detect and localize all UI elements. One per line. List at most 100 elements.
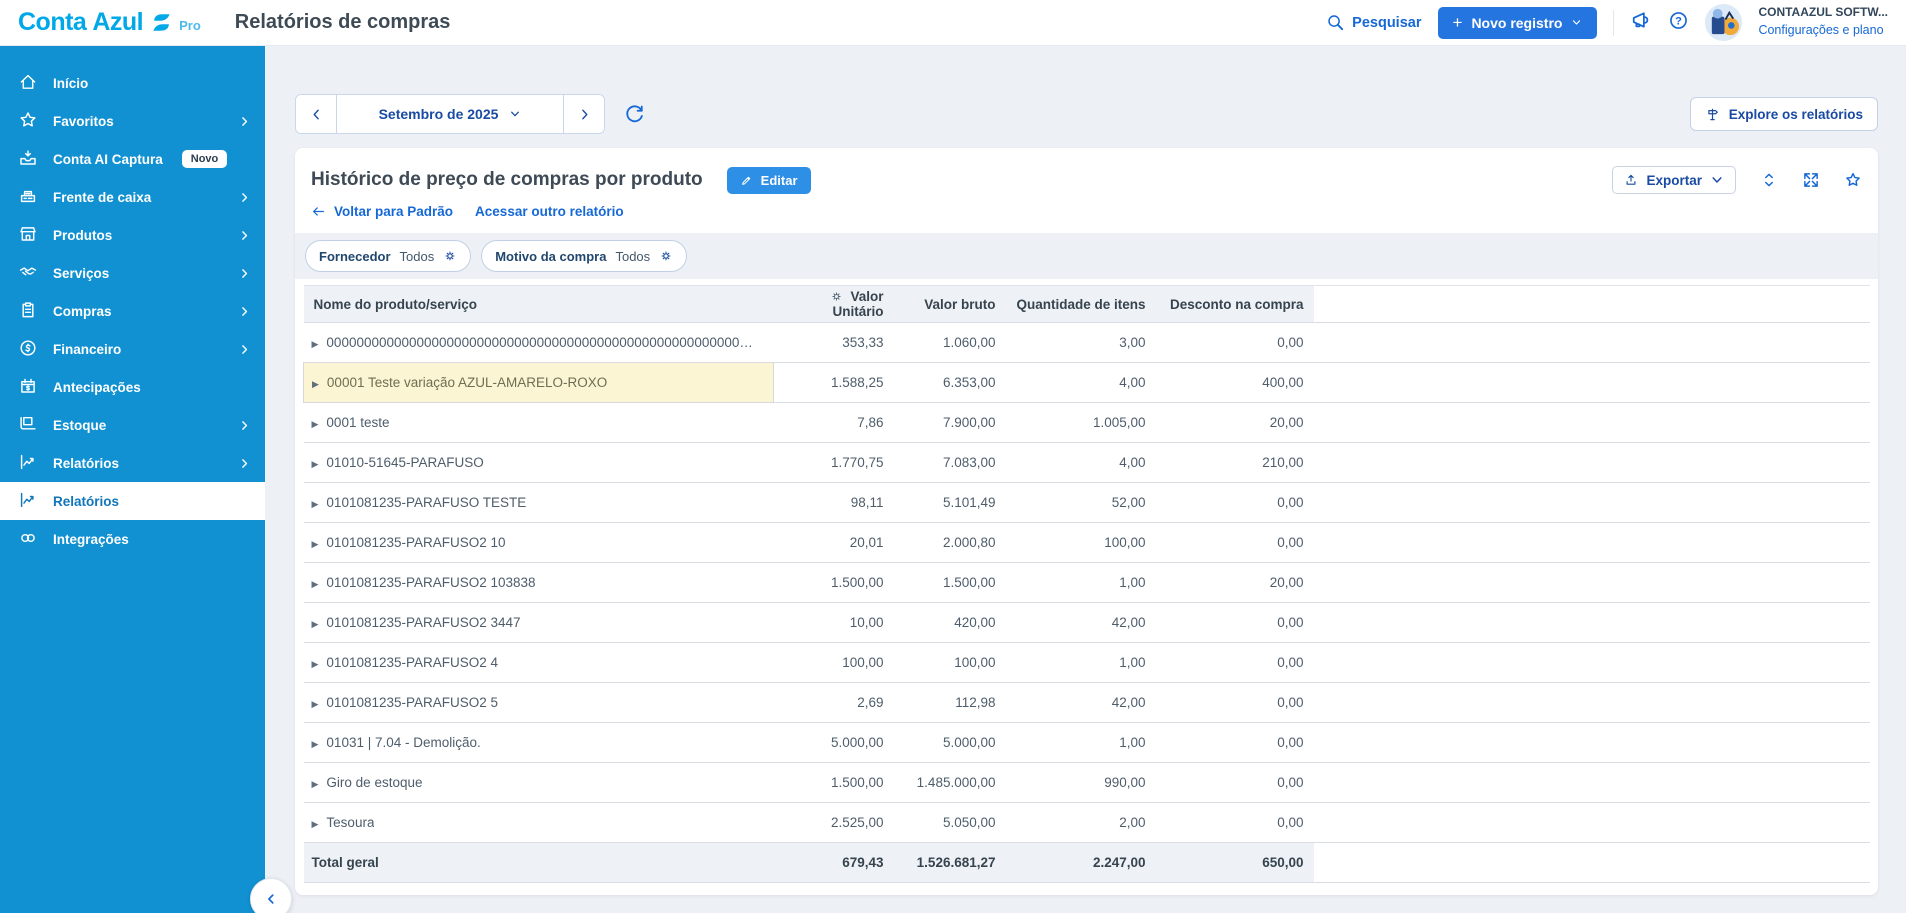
gross-value-cell: 5.050,00	[894, 803, 1006, 843]
explore-reports-label: Explore os relatórios	[1729, 107, 1863, 122]
sidebar-item-relatorios[interactable]: Relatórios	[0, 444, 265, 482]
filter-chip-fornecedor[interactable]: Fornecedor Todos	[305, 240, 471, 272]
gear-icon[interactable]	[659, 249, 673, 263]
product-name: 01010-51645-PARAFUSO	[326, 455, 483, 470]
chevron-right-icon	[238, 419, 251, 432]
quantity-cell: 3,00	[1006, 323, 1156, 363]
other-report-link[interactable]: Acessar outro relatório	[475, 204, 624, 219]
product-name: 0101081235-PARAFUSO2 5	[326, 695, 498, 710]
announcements-button[interactable]	[1630, 9, 1652, 36]
table-row[interactable]: ▶0101081235-PARAFUSO2 103838 1.500,00 1.…	[304, 563, 1871, 603]
help-icon: ?	[1668, 10, 1689, 31]
refresh-button[interactable]	[623, 102, 646, 130]
filler-cell	[1314, 803, 1871, 843]
expand-row-icon[interactable]: ▶	[312, 380, 319, 390]
sidebar-item-integracoes[interactable]: Integrações	[0, 520, 265, 558]
discount-cell: 0,00	[1156, 523, 1314, 563]
explore-reports-button[interactable]: Explore os relatórios	[1690, 97, 1878, 131]
sidebar-item-servicos[interactable]: Serviços	[0, 254, 265, 292]
total-gross-value-cell: 1.526.681,27	[894, 843, 1006, 883]
chart-icon	[18, 452, 38, 475]
sidebar-nav: Início Favoritos Conta AI Captura Novo F…	[0, 64, 265, 558]
sidebar-item-compras[interactable]: Compras	[0, 292, 265, 330]
unit-value-cell: 2.525,00	[774, 803, 894, 843]
expand-row-icon[interactable]: ▶	[312, 820, 319, 830]
expand-row-icon[interactable]: ▶	[312, 460, 319, 470]
export-button[interactable]: Exportar	[1612, 166, 1736, 194]
new-record-button[interactable]: + Novo registro	[1438, 7, 1598, 39]
sidebar-item-frente-de-caixa[interactable]: Frente de caixa	[0, 178, 265, 216]
table-row[interactable]: ▶0001 teste 7,86 7.900,00 1.005,00 20,00	[304, 403, 1871, 443]
sidebar-item-label: Favoritos	[53, 114, 114, 129]
table-row[interactable]: ▶01031 | 7.04 - Demolição. 5.000,00 5.00…	[304, 723, 1871, 763]
column-header-unit-value[interactable]: Valor Unitário	[774, 286, 894, 323]
app-logo[interactable]: ContaAzul Pro	[18, 8, 201, 37]
table-row[interactable]: ▶0101081235-PARAFUSO2 5 2,69 112,98 42,0…	[304, 683, 1871, 723]
product-name: 01031 | 7.04 - Demolição.	[326, 735, 480, 750]
unit-value-cell: 1.588,25	[774, 363, 894, 403]
discount-cell: 0,00	[1156, 323, 1314, 363]
sidebar-item-produtos[interactable]: Produtos	[0, 216, 265, 254]
expand-row-icon[interactable]: ▶	[312, 660, 319, 670]
avatar[interactable]	[1705, 4, 1742, 41]
next-period-button[interactable]	[564, 95, 604, 133]
expand-row-icon[interactable]: ▶	[312, 700, 319, 710]
export-icon	[1624, 173, 1638, 187]
expand-row-icon[interactable]: ▶	[312, 740, 319, 750]
favorite-report-button[interactable]	[1844, 171, 1862, 189]
search-button[interactable]: Pesquisar	[1326, 13, 1421, 32]
edit-button[interactable]: Editar	[727, 167, 811, 194]
expand-row-icon[interactable]: ▶	[312, 780, 319, 790]
other-report-label: Acessar outro relatório	[475, 204, 624, 219]
table-row[interactable]: ▶0101081235-PARAFUSO TESTE 98,11 5.101,4…	[304, 483, 1871, 523]
table-row[interactable]: ▶0101081235-PARAFUSO2 10 20,01 2.000,80 …	[304, 523, 1871, 563]
expand-row-icon[interactable]: ▶	[312, 580, 319, 590]
chevron-right-icon	[238, 457, 251, 470]
table-row[interactable]: ▶01010-51645-PARAFUSO 1.770,75 7.083,00 …	[304, 443, 1871, 483]
table-row[interactable]: ▶0101081235-PARAFUSO2 3447 10,00 420,00 …	[304, 603, 1871, 643]
column-header-gross-value[interactable]: Valor bruto	[894, 286, 1006, 323]
sidebar-item-antecipacoes[interactable]: Antecipações	[0, 368, 265, 406]
sidebar-item-financeiro[interactable]: Financeiro	[0, 330, 265, 368]
table-row[interactable]: ▶000000000000000000000000000000000000000…	[304, 323, 1871, 363]
help-button[interactable]: ?	[1668, 10, 1689, 36]
gear-icon[interactable]	[443, 249, 457, 263]
filter-chip-motivo-da-compra[interactable]: Motivo da compra Todos	[481, 240, 687, 272]
chevron-right-icon	[238, 191, 251, 204]
gear-icon[interactable]	[830, 290, 843, 303]
back-to-default-link[interactable]: Voltar para Padrão	[311, 204, 453, 219]
gross-value-cell: 5.000,00	[894, 723, 1006, 763]
previous-period-button[interactable]	[296, 95, 336, 133]
store-icon	[18, 224, 38, 247]
fullscreen-button[interactable]	[1802, 171, 1820, 189]
product-name-cell: ▶Giro de estoque	[304, 763, 774, 803]
expand-row-icon[interactable]: ▶	[312, 500, 319, 510]
sidebar-item-favoritos[interactable]: Favoritos	[0, 102, 265, 140]
sidebar-item-label: Financeiro	[53, 342, 121, 357]
column-header-items-quantity[interactable]: Quantidade de itens	[1006, 286, 1156, 323]
quantity-cell: 100,00	[1006, 523, 1156, 563]
expand-row-icon[interactable]: ▶	[312, 420, 319, 430]
column-header-purchase-discount[interactable]: Desconto na compra	[1156, 286, 1314, 323]
sidebar-item-relatorios-current[interactable]: Relatórios	[0, 482, 265, 520]
table-row[interactable]: ▶00001 Teste variação AZUL-AMARELO-ROXO …	[304, 363, 1871, 403]
sidebar-item-estoque[interactable]: Estoque	[0, 406, 265, 444]
discount-cell: 0,00	[1156, 803, 1314, 843]
settings-plan-link[interactable]: Configurações e plano	[1758, 23, 1883, 37]
sidebar-item-label: Início	[53, 76, 88, 91]
filler-cell	[1314, 363, 1871, 403]
sidebar-collapse-button[interactable]	[250, 878, 292, 913]
expand-rows-button[interactable]	[1760, 171, 1778, 189]
quantity-cell: 1,00	[1006, 643, 1156, 683]
top-bar: ContaAzul Pro Relatórios de compras Pesq…	[0, 0, 1906, 46]
period-dropdown[interactable]: Setembro de 2025	[336, 95, 564, 133]
table-row[interactable]: ▶0101081235-PARAFUSO2 4 100,00 100,00 1,…	[304, 643, 1871, 683]
expand-row-icon[interactable]: ▶	[312, 620, 319, 630]
sidebar-item-inicio[interactable]: Início	[0, 64, 265, 102]
expand-row-icon[interactable]: ▶	[312, 540, 319, 550]
table-row[interactable]: ▶Giro de estoque 1.500,00 1.485.000,00 9…	[304, 763, 1871, 803]
table-row[interactable]: ▶Tesoura 2.525,00 5.050,00 2,00 0,00	[304, 803, 1871, 843]
sidebar-item-conta-ai-captura[interactable]: Conta AI Captura Novo	[0, 140, 265, 178]
column-header-product-name[interactable]: Nome do produto/serviço	[304, 286, 774, 323]
expand-row-icon[interactable]: ▶	[312, 340, 319, 350]
